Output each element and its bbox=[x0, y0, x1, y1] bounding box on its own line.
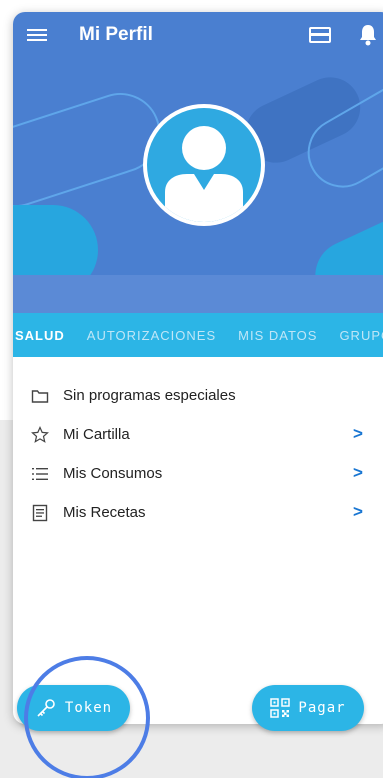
app-screen: Mi Perfil SALUD AUTORIZACIONES MIS DATOS… bbox=[13, 12, 383, 724]
list-icon bbox=[32, 468, 48, 480]
token-button-label: Token bbox=[64, 700, 113, 716]
star-icon bbox=[31, 426, 49, 443]
bell-icon[interactable] bbox=[358, 24, 378, 46]
app-bar: Mi Perfil bbox=[13, 12, 383, 60]
chevron-right-icon: > bbox=[353, 463, 363, 482]
list-item-label: Sin programas especiales bbox=[63, 387, 236, 404]
list-item-label: Mis Consumos bbox=[63, 465, 163, 482]
list-item-consumos[interactable]: Mis Consumos > bbox=[13, 455, 383, 494]
pagar-button-label: Pagar bbox=[298, 700, 346, 716]
health-list: Sin programas especiales Mi Cartilla > M… bbox=[13, 377, 383, 533]
chevron-right-icon: > bbox=[353, 502, 363, 521]
document-icon bbox=[32, 504, 48, 522]
avatar[interactable] bbox=[143, 104, 265, 226]
list-item-label: Mis Recetas bbox=[63, 504, 146, 521]
list-item-label: Mi Cartilla bbox=[63, 426, 130, 443]
credit-card-icon[interactable] bbox=[309, 25, 331, 45]
tab-salud[interactable]: SALUD bbox=[13, 328, 76, 343]
list-item-recetas[interactable]: Mis Recetas > bbox=[13, 494, 383, 533]
tab-bar: SALUD AUTORIZACIONES MIS DATOS GRUPO bbox=[13, 313, 383, 357]
user-avatar-icon bbox=[165, 126, 243, 222]
list-item-cartilla[interactable]: Mi Cartilla > bbox=[13, 416, 383, 455]
key-icon bbox=[37, 699, 55, 717]
tab-mis-datos[interactable]: MIS DATOS bbox=[227, 328, 328, 343]
qr-code-icon bbox=[270, 698, 291, 718]
token-button[interactable]: Token bbox=[17, 685, 130, 731]
menu-icon[interactable] bbox=[27, 26, 47, 46]
tab-grupo[interactable]: GRUPO bbox=[328, 328, 383, 343]
tab-autorizaciones[interactable]: AUTORIZACIONES bbox=[76, 328, 227, 343]
profile-header bbox=[13, 60, 383, 325]
pagar-button[interactable]: Pagar bbox=[252, 685, 364, 731]
page-title: Mi Perfil bbox=[79, 24, 153, 45]
folder-icon bbox=[31, 390, 49, 403]
list-item-programas[interactable]: Sin programas especiales bbox=[13, 377, 383, 416]
chevron-right-icon: > bbox=[353, 424, 363, 443]
